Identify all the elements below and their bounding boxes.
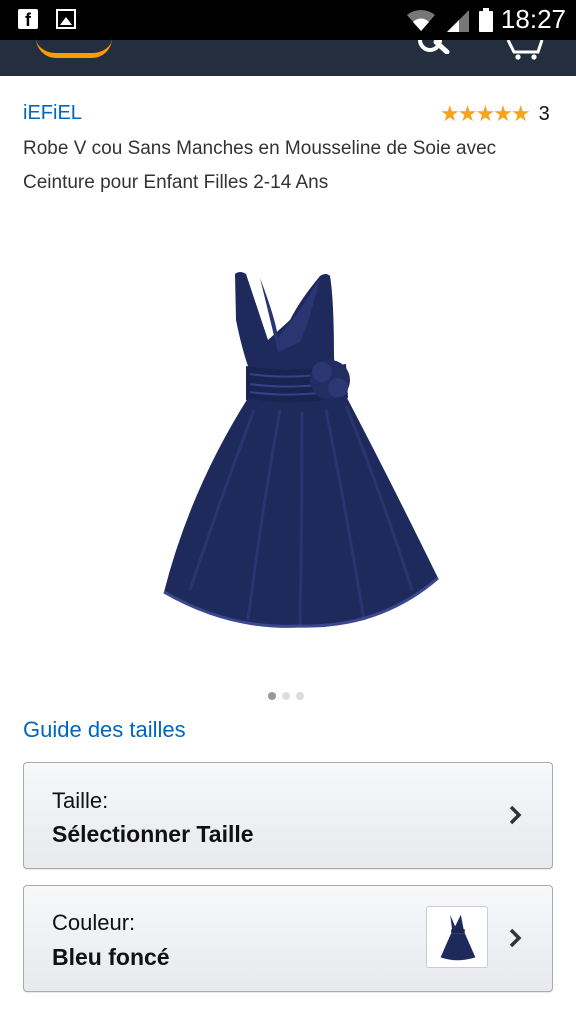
color-selector-value: Bleu foncé [52, 944, 170, 970]
signal-icon [446, 9, 469, 32]
size-selector-label: Taille: [52, 788, 109, 813]
facebook-notification-icon: f [18, 9, 38, 30]
amazon-logo-icon[interactable] [36, 38, 112, 58]
size-selector-value: Sélectionner Taille [52, 821, 254, 847]
image-carousel-dots[interactable] [268, 692, 304, 700]
chevron-right-icon [509, 928, 522, 948]
brand-link[interactable]: iEFiEL [23, 102, 82, 125]
status-bar: f 18:27 [0, 0, 576, 40]
carousel-dot[interactable] [296, 692, 304, 700]
chevron-right-icon [509, 805, 522, 825]
size-guide-link[interactable]: Guide des tailles [23, 717, 186, 743]
color-selector-label: Couleur: [52, 910, 136, 935]
rating-stars-icon: ★★★★★ [440, 101, 531, 126]
color-swatch-thumbnail[interactable] [426, 906, 488, 968]
search-icon[interactable] [414, 40, 450, 54]
carousel-dot[interactable] [282, 692, 290, 700]
image-notification-icon [56, 9, 76, 29]
battery-icon [478, 7, 493, 32]
status-time: 18:27 [500, 4, 566, 34]
size-selector[interactable]: Taille: Sélectionner Taille [23, 762, 553, 869]
product-image[interactable] [150, 260, 450, 640]
color-selector[interactable]: Couleur: Bleu foncé [23, 885, 553, 992]
rating[interactable]: ★★★★★ 3 [440, 101, 550, 127]
carousel-dot[interactable] [268, 692, 276, 700]
cart-icon[interactable] [506, 40, 546, 60]
product-title: Robe V cou Sans Manches en Mousseline de… [23, 138, 497, 193]
rating-count: 3 [538, 102, 550, 125]
wifi-icon [406, 9, 435, 31]
